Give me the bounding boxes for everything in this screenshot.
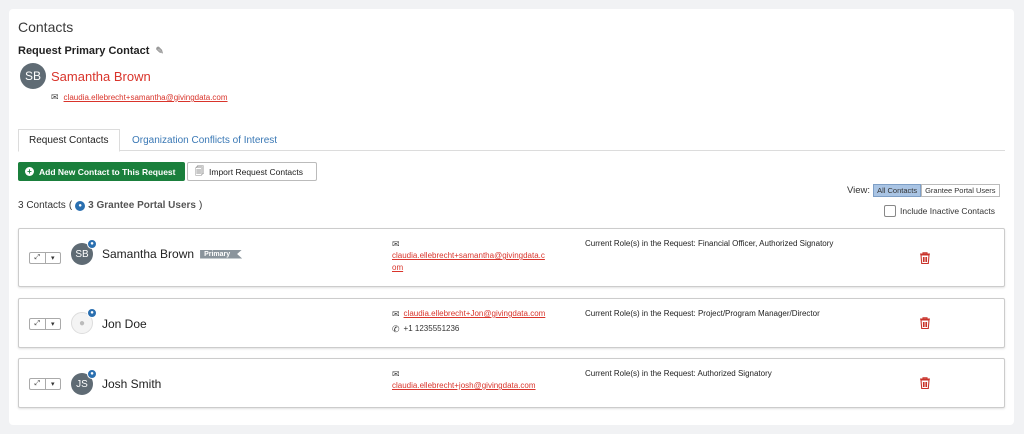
contact-email-line-2: om	[392, 263, 404, 272]
contact-role: Current Role(s) in the Request: Authoriz…	[585, 369, 772, 378]
contact-name[interactable]: Samantha Brown	[102, 247, 194, 261]
contact-email-link[interactable]: claudia.ellebrecht+josh@givingdata.com	[392, 381, 536, 390]
view-grantee-portal-users[interactable]: Grantee Portal Users	[921, 184, 1000, 197]
trash-icon[interactable]	[918, 316, 932, 330]
user-circle-icon: ●	[75, 200, 86, 211]
envelope-icon: ✉	[392, 309, 400, 319]
primary-contact-email-link[interactable]: claudia.ellebrecht+samantha@givingdata.c…	[64, 93, 228, 102]
count-close-paren: )	[198, 200, 203, 211]
contact-card: ⤢ ▾ ● ● Jon Doe ✉ claudia.ellebrecht+Jon…	[18, 298, 1005, 348]
count-open-paren: (	[68, 200, 73, 211]
contact-count-text: 3 Contacts	[18, 200, 66, 211]
view-all-contacts[interactable]: All Contacts	[873, 184, 922, 197]
phone-icon: ✆	[392, 324, 400, 334]
pencil-icon[interactable]: ✎	[155, 46, 163, 57]
add-contact-label: Add New Contact to This Request	[39, 166, 176, 177]
contact-card: ⤢ ▾ SB ● Samantha Brown Primary ✉ claudi…	[18, 228, 1005, 287]
trash-icon[interactable]	[918, 376, 932, 390]
row-controls: ⤢ ▾	[29, 318, 61, 330]
caret-down-icon[interactable]: ▾	[46, 253, 61, 263]
envelope-icon: ✉	[392, 369, 400, 379]
add-contact-button[interactable]: + Add New Contact to This Request	[18, 162, 185, 181]
expand-icon[interactable]: ⤢	[30, 253, 46, 263]
tab-conflicts-of-interest[interactable]: Organization Conflicts of Interest	[122, 129, 287, 152]
contact-count: 3 Contacts ( ● 3 Grantee Portal Users )	[18, 200, 202, 211]
contact-name-row: Josh Smith	[102, 377, 161, 391]
plus-circle-icon: +	[25, 167, 34, 176]
user-circle-icon: ●	[87, 308, 97, 318]
import-contacts-label: Import Request Contacts	[209, 166, 304, 177]
import-contacts-button[interactable]: 🗐 Import Request Contacts	[187, 162, 317, 181]
contact-avatar: SB ●	[71, 239, 97, 265]
primary-contact-email-row: ✉ claudia.ellebrecht+samantha@givingdata…	[51, 92, 228, 103]
contact-avatar: JS ●	[71, 369, 97, 395]
contact-info: ✉ claudia.ellebrecht+Jon@givingdata.com …	[392, 308, 567, 335]
contact-email-line-1: claudia.ellebrecht+samantha@givingdata.c	[392, 251, 545, 260]
contact-email-link[interactable]: claudia.ellebrecht+Jon@givingdata.com	[404, 308, 546, 320]
include-inactive-label: Include Inactive Contacts	[900, 206, 995, 216]
contact-role: Current Role(s) in the Request: Project/…	[585, 309, 820, 318]
tab-request-contacts[interactable]: Request Contacts	[18, 129, 120, 152]
contact-email-link[interactable]: claudia.ellebrecht+samantha@givingdata.c…	[392, 251, 545, 272]
expand-icon[interactable]: ⤢	[30, 379, 46, 389]
contact-name-row: Samantha Brown Primary	[102, 247, 243, 261]
row-controls: ⤢ ▾	[29, 378, 61, 390]
include-inactive-checkbox[interactable]	[884, 205, 896, 217]
primary-contact-name[interactable]: Samantha Brown	[51, 69, 151, 84]
contact-name-row: Jon Doe	[102, 317, 147, 331]
contact-name[interactable]: Jon Doe	[102, 317, 147, 331]
contact-phone: +1 1235551236	[403, 324, 460, 333]
envelope-icon: ✉	[51, 92, 59, 102]
trash-icon[interactable]	[918, 251, 932, 265]
primary-contact-avatar: SB	[20, 63, 46, 89]
caret-down-icon[interactable]: ▾	[46, 319, 61, 329]
portal-users-count: 3 Grantee Portal Users	[88, 200, 196, 211]
contact-card: ⤢ ▾ JS ● Josh Smith ✉ claudia.ellebrecht…	[18, 358, 1005, 408]
tab-bar: Request Contacts Organization Conflicts …	[18, 129, 1005, 152]
expand-icon[interactable]: ⤢	[30, 319, 46, 329]
contact-role: Current Role(s) in the Request: Financia…	[585, 239, 834, 248]
view-label: View:	[847, 185, 871, 196]
row-controls: ⤢ ▾	[29, 252, 61, 264]
user-circle-icon: ●	[87, 239, 97, 249]
primary-badge: Primary	[200, 249, 243, 259]
primary-contact-heading: Request Primary Contact ✎	[18, 45, 164, 57]
contact-info: ✉ claudia.ellebrecht+samantha@givingdata…	[392, 238, 567, 274]
contact-avatar: ● ●	[71, 308, 97, 334]
page-title: Contacts	[18, 19, 74, 35]
view-filter: View: All Contacts Grantee Portal Users	[847, 184, 1000, 197]
user-circle-icon: ●	[87, 369, 97, 379]
primary-contact-label: Request Primary Contact	[18, 45, 150, 57]
caret-down-icon[interactable]: ▾	[46, 379, 61, 389]
contact-name[interactable]: Josh Smith	[102, 377, 161, 391]
envelope-icon: ✉	[392, 239, 400, 249]
include-inactive-toggle[interactable]: Include Inactive Contacts	[884, 205, 995, 217]
contact-info: ✉ claudia.ellebrecht+josh@givingdata.com	[392, 368, 567, 392]
import-icon: 🗐	[195, 165, 204, 176]
